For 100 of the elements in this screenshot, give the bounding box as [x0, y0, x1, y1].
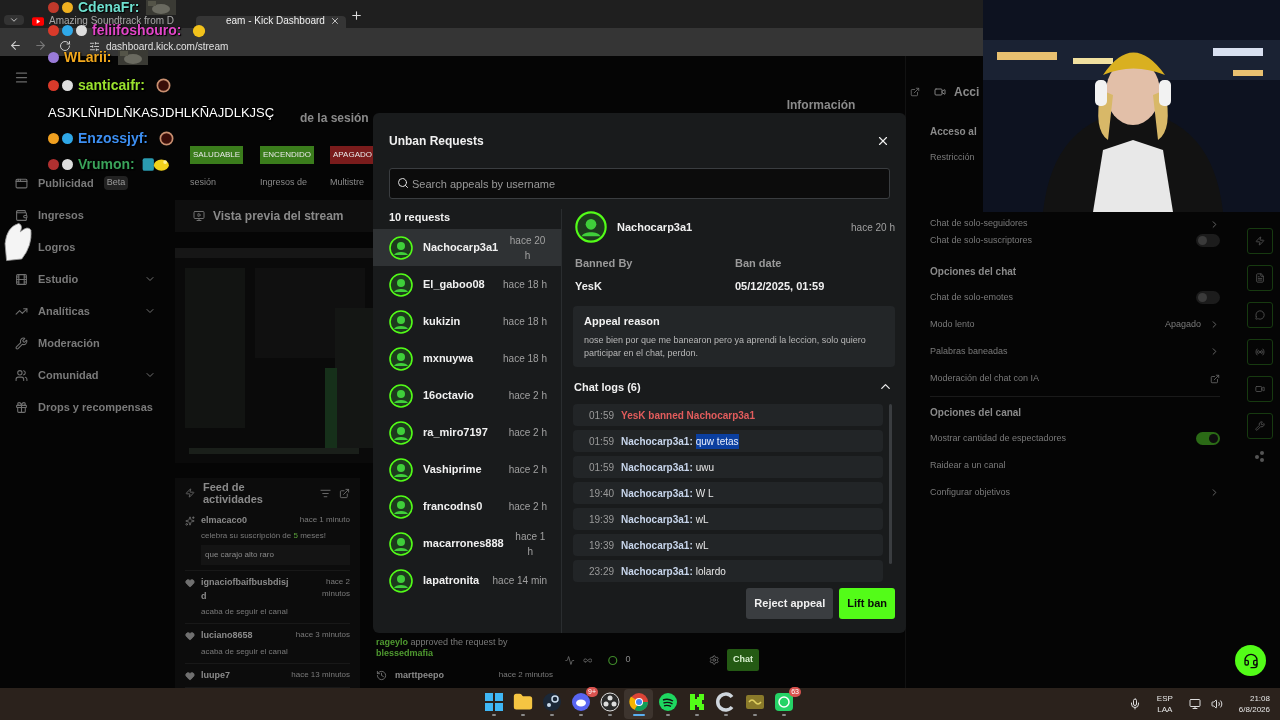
popout-icon[interactable] — [339, 487, 350, 499]
chat-message: ASJKLÑHDLÑKASJDHLKÑAJDLKJSÇ — [48, 105, 275, 120]
sidebar-item[interactable]: Ingresos — [0, 205, 170, 225]
setting-label[interactable]: Chat de solo-seguidores — [930, 217, 1028, 231]
clock-time[interactable]: 21:08 — [1249, 693, 1270, 704]
username[interactable]: marttpeepo — [395, 668, 444, 682]
scrollbar[interactable] — [889, 404, 892, 564]
request-item[interactable]: mxnuywa hace 18 h — [373, 340, 561, 377]
request-item[interactable]: 16octavio hace 2 h — [373, 377, 561, 414]
request-username: macarrones888 — [423, 536, 504, 552]
menu-icon[interactable] — [14, 70, 29, 85]
volume-icon[interactable] — [1210, 698, 1223, 710]
ccleaner-icon[interactable] — [715, 692, 736, 712]
filter-icon[interactable] — [320, 487, 331, 499]
field-label: Banned By — [575, 256, 634, 271]
request-item[interactable]: El_gaboo08 hace 18 h — [373, 266, 561, 303]
setting-label[interactable]: Palabras baneadas — [930, 344, 1008, 359]
external-link-icon[interactable] — [1210, 373, 1220, 384]
request-item[interactable]: ra_miro7197 hace 2 h — [373, 414, 561, 451]
obs-icon[interactable] — [599, 692, 620, 712]
avatar-icon — [389, 457, 413, 482]
new-tab-icon[interactable] — [350, 9, 363, 22]
log-message: wL — [695, 512, 709, 527]
setting-label[interactable]: Chat de solo-suscriptores — [930, 233, 1033, 248]
url-text[interactable]: dashboard.kick.com/stream — [106, 42, 229, 52]
event-message: que carajo alto raro — [201, 545, 350, 565]
spotify-icon[interactable] — [657, 692, 678, 712]
toggle-switch[interactable] — [1196, 432, 1220, 445]
network-icon[interactable] — [1188, 698, 1201, 710]
section-heading: Opciones del chat — [930, 264, 1018, 279]
popout-icon[interactable] — [910, 87, 920, 97]
wallet-icon — [15, 208, 28, 222]
caret-icon — [9, 15, 19, 25]
whatsapp-icon[interactable] — [773, 692, 794, 712]
sidebar-item[interactable]: Comunidad — [0, 365, 170, 385]
username[interactable]: elmacaco0 — [201, 513, 248, 527]
sidebar-item[interactable]: Estudio — [0, 269, 170, 289]
status-badge: SALUDABLE — [190, 146, 244, 164]
request-item[interactable]: kukizin hace 18 h — [373, 303, 561, 340]
sidebar-item[interactable]: Analíticas — [0, 301, 170, 321]
chat-username: santicaifr: — [78, 78, 145, 93]
toggle-switch[interactable] — [1196, 234, 1220, 247]
request-item[interactable]: Vashiprime hace 2 h — [373, 451, 561, 488]
discord-icon[interactable] — [570, 692, 591, 712]
site-info-icon[interactable] — [89, 41, 100, 52]
support-button[interactable] — [1235, 645, 1266, 676]
username[interactable]: ignaciofbaifbusbdisjd — [201, 576, 293, 603]
event-time: hace 2 minutos — [321, 576, 350, 600]
username[interactable]: luupe7 — [201, 668, 230, 682]
request-username: Nachocarp3a1 — [423, 240, 499, 256]
request-item[interactable]: francodns0 hace 2 h — [373, 488, 561, 525]
setting-label[interactable]: Mostrar cantidad de espectadores — [930, 431, 1067, 446]
request-time: hace 2 h — [508, 389, 547, 403]
request-item[interactable]: lapatronita hace 14 min — [373, 562, 561, 599]
folder-icon[interactable] — [512, 692, 533, 712]
request-item[interactable]: Nachocarp3a1 hace 20 h — [373, 229, 561, 266]
section-title: de la sesión — [300, 110, 369, 127]
taskbar-app[interactable] — [624, 689, 653, 719]
settings-icon[interactable] — [708, 654, 719, 666]
language-label[interactable]: ESP — [1156, 693, 1173, 704]
sidebar-item[interactable]: Drops y recompensas — [0, 397, 170, 417]
setting-label[interactable]: Raidear a un canal — [930, 458, 1006, 473]
status-badge: APAGADO — [330, 146, 375, 164]
search-field[interactable]: Search appeals by username — [389, 168, 890, 199]
heart-icon — [185, 578, 195, 588]
steam-icon[interactable] — [541, 692, 562, 712]
sidebar-item[interactable]: Moderación — [0, 333, 170, 353]
username[interactable]: luciano8658 — [201, 629, 253, 643]
layout-label[interactable]: LAA — [1157, 704, 1173, 715]
close-icon[interactable] — [330, 16, 340, 26]
request-item[interactable]: macarrones888 hace 1 h — [373, 525, 561, 562]
setting-value: Apagado — [1164, 317, 1201, 331]
tab-list-button[interactable] — [4, 15, 24, 25]
kick-coin-icon — [608, 654, 618, 666]
reject-button[interactable]: Reject appeal — [746, 588, 834, 619]
setting-label[interactable]: Chat de solo-emotes — [930, 290, 1014, 305]
bolt-icon — [1255, 236, 1265, 246]
forward-icon[interactable] — [34, 39, 47, 52]
play-icon — [32, 17, 44, 26]
chat-logs-toggle[interactable]: Chat logs (6) — [573, 378, 895, 395]
lift-ban-button[interactable]: Lift ban — [839, 588, 895, 619]
windows-icon[interactable] — [483, 692, 504, 712]
log-username: Nachocarp3a1: — [621, 564, 693, 579]
chat-username: WLarii: — [64, 50, 112, 65]
sidebar-item[interactable]: Publicidad Beta — [0, 173, 170, 193]
setting-label[interactable]: Configurar objetivos — [930, 485, 1011, 500]
chat-logs-title: Chat logs (6) — [574, 379, 641, 395]
wrench-icon — [1255, 421, 1265, 431]
back-icon[interactable] — [9, 39, 22, 52]
chat-button[interactable]: Chat — [727, 649, 759, 671]
setting-label[interactable]: Moderación del chat con IA — [930, 371, 1040, 386]
chrome-icon[interactable] — [628, 692, 649, 712]
appeal-text: nose bien por que me banearon pero ya aprendi la leccion, solo quiero participar en el chat, perdon. — [584, 333, 867, 360]
app-icon[interactable] — [744, 692, 765, 712]
clock-date[interactable]: 6/8/2026 — [1238, 704, 1270, 715]
setting-label[interactable]: Restricción — [930, 150, 975, 165]
reload-icon[interactable] — [59, 40, 71, 52]
toggle-switch[interactable] — [1196, 291, 1220, 304]
setting-label[interactable]: Modo lento — [930, 317, 975, 332]
microphone-icon[interactable] — [1128, 698, 1141, 710]
